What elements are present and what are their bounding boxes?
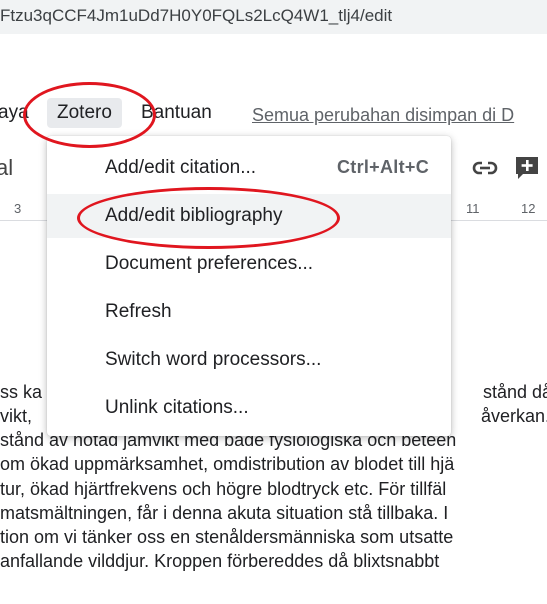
menu-item-document-preferences[interactable]: Document preferences... [47,242,451,286]
document-line: matsmältningen, får i denna akuta situat… [0,502,449,523]
menu-item-label: Unlink citations... [105,397,249,418]
docs-menu-bar: aya Zotero Bantuan Semua perubahan disim… [0,94,547,136]
menu-item-label: Refresh [105,301,172,322]
link-icon[interactable] [472,157,498,179]
menu-item-add-edit-bibliography[interactable]: Add/edit bibliography [47,194,451,238]
line-text-left: vikt, [0,406,33,426]
line-text-right: åverkan. V [481,406,547,426]
document-line: tion om vi tänker oss en stenåldersmänni… [0,527,454,548]
ruler-number: 11 [466,201,480,216]
line-text-right: stånd då d [483,382,547,402]
menu-bantuan[interactable]: Bantuan [141,102,212,124]
menu-zotero[interactable]: Zotero [47,98,122,128]
menu-item-label: Document preferences... [105,253,314,274]
toolbar-fragment[interactable]: al [0,155,13,181]
menu-item-refresh[interactable]: Refresh [47,290,451,334]
zotero-dropdown-menu: Add/edit citation... Ctrl+Alt+C Add/edit… [47,136,451,436]
document-line: tur, ökad hjärtfrekvens och högre blodtr… [0,478,447,499]
url-text: Ftzu3qCCF4Jm1uDd7H0Y0FQLs2LcQ4W1_tlj4/ed… [0,6,393,25]
menu-item-label: Add/edit bibliography [105,205,283,226]
ruler-number: 3 [14,201,22,216]
line-text-left: ss ka [0,382,43,402]
document-line: anfallande vilddjur. Kroppen förbereddes… [0,551,440,572]
add-comment-icon[interactable] [514,155,540,181]
browser-url-bar[interactable]: Ftzu3qCCF4Jm1uDd7H0Y0FQLs2LcQ4W1_tlj4/ed… [0,0,547,34]
menu-item-label: Add/edit citation... [105,157,257,178]
document-line: om ökad uppmärksamhet, omdistribution av… [0,454,455,475]
ruler-number: 12 [521,201,536,216]
menu-item-unlink-citations[interactable]: Unlink citations... [47,386,451,430]
menu-item-add-edit-citation[interactable]: Add/edit citation... Ctrl+Alt+C [47,146,451,190]
menu-item-label: Switch word processors... [105,349,322,370]
menu-item-shortcut: Ctrl+Alt+C [336,157,429,177]
menu-item-switch-word-processors[interactable]: Switch word processors... [47,338,451,382]
menu-item-partial[interactable]: aya [0,102,29,124]
save-status-link[interactable]: Semua perubahan disimpan di D [252,105,514,126]
